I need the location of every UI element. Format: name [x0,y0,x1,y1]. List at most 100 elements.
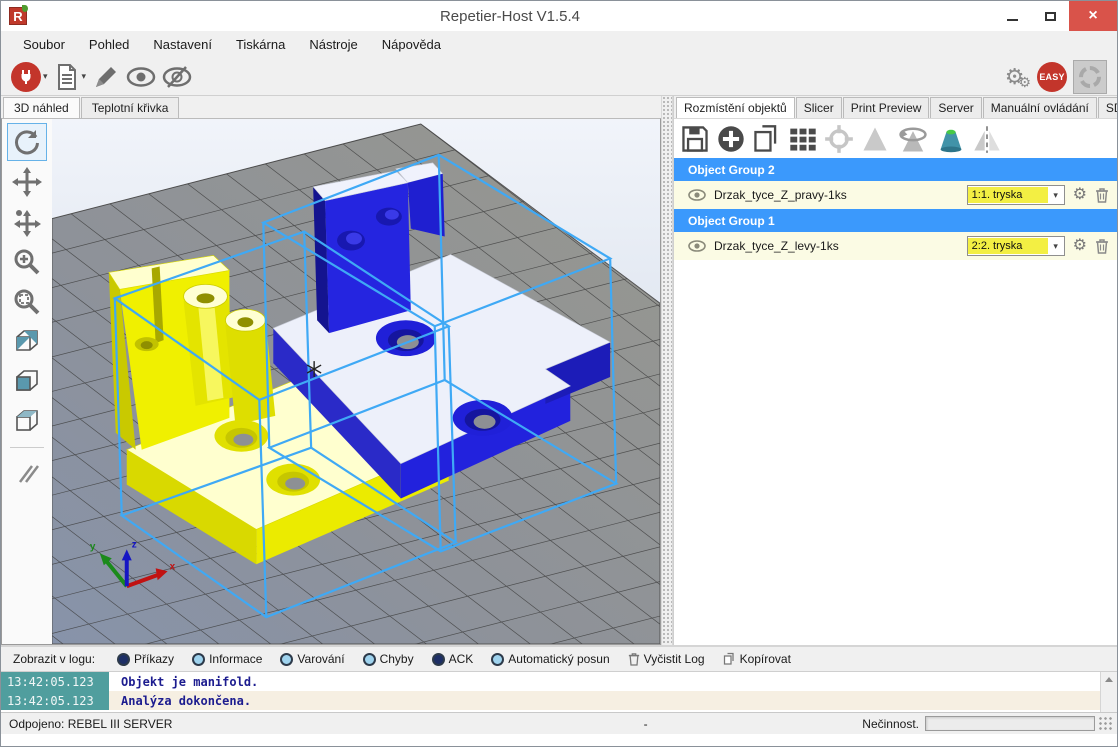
connect-dropdown-caret[interactable]: ▾ [43,71,48,82]
toggle-informace[interactable]: Informace [192,652,262,666]
log-message: Objekt je manifold. [109,675,258,689]
log-toolbar: Zobrazit v logu: Příkazy Informace Varov… [1,645,1117,671]
object-row[interactable]: Drzak_tyce_Z_pravy-1ks 1:1. tryska ▾ ⚙ [674,181,1117,209]
menu-pohled[interactable]: Pohled [79,33,139,56]
mirror-object-icon[interactable] [972,124,1002,154]
menu-tiskarna[interactable]: Tiskárna [226,33,295,56]
fit-view-button[interactable] [7,283,47,321]
plug-icon [11,62,41,92]
tab-rozmisteni-objektu[interactable]: Rozmístění objektů [676,97,795,118]
tab-slicer[interactable]: Slicer [796,97,842,118]
menu-nastroje[interactable]: Nástroje [299,33,367,56]
delete-object-trash-icon[interactable] [1095,187,1109,203]
center-object-icon[interactable] [824,124,854,154]
move-icon [12,167,42,197]
rotate-object-icon[interactable] [896,124,930,154]
object-settings-gear-icon[interactable]: ⚙ [1073,187,1087,203]
save-icon[interactable] [680,124,710,154]
tab-sd-karta[interactable]: SD karta [1098,97,1118,118]
log-scrollbar[interactable] [1100,672,1117,712]
close-button[interactable]: × [1069,1,1117,31]
toggle-automaticky-posun[interactable]: Automatický posun [491,652,609,666]
parallel-lines-icon [12,458,42,488]
eye-slash-icon [162,65,192,89]
trash-icon [628,652,640,666]
copy-log-button[interactable]: Kopírovat [723,652,791,666]
toggle-varovani[interactable]: Varování [280,652,344,666]
add-object-icon[interactable] [716,124,746,154]
axis-z-label: z [132,539,137,550]
extruder-value: 2:2. tryska [968,238,1048,254]
load-dropdown-caret[interactable]: ▾ [82,71,87,82]
move-object-button[interactable] [7,163,47,201]
copy-object-icon[interactable] [752,124,782,154]
toggle-travel-button[interactable] [162,61,192,93]
object-settings-gear-icon[interactable]: ⚙ [1073,238,1087,254]
scroll-up-icon[interactable] [1105,677,1113,682]
viewport-3d[interactable]: x y z [52,119,660,644]
front-view-button[interactable] [7,363,47,401]
menu-soubor[interactable]: Soubor [13,33,75,56]
tab-teplotni-krivka[interactable]: Teplotní křivka [81,97,180,118]
menu-nastaveni[interactable]: Nastavení [143,33,222,56]
log-area: 13:42:05.123 Objekt je manifold. 13:42:0… [1,671,1117,712]
log-message: Analýza dokončena. [109,694,251,708]
extruder-value: 1:1. tryska [968,187,1048,203]
parallel-projection-button[interactable] [7,454,47,492]
log-timestamp: 13:42:05.123 [1,691,109,710]
object-toolbar [674,118,1117,158]
emergency-stop-button[interactable] [1073,60,1107,94]
toggle-prikazy[interactable]: Příkazy [117,652,174,666]
zoom-button[interactable] [7,243,47,281]
chevron-down-icon[interactable]: ▾ [1048,190,1064,201]
toggle-ack[interactable]: ACK [432,652,474,666]
toolbar-separator [10,447,44,448]
easy-mode-button[interactable]: EASY [1037,61,1067,93]
toggle-circle-icon [432,653,445,666]
easy-badge: EASY [1037,62,1067,92]
title-bar: R Repetier-Host V1.5.4 × [1,1,1117,31]
maximize-button[interactable] [1031,1,1069,31]
toggle-circle-icon [491,653,504,666]
scale-object-icon[interactable] [860,124,890,154]
zoom-icon [12,247,42,277]
object-group-header[interactable]: Object Group 2 [674,158,1117,181]
menu-napoveda[interactable]: Nápověda [372,33,451,56]
printer-settings-button[interactable]: ⚙ ⚙ [1005,61,1031,93]
show-filament-button[interactable] [126,61,156,93]
copy-icon [723,652,736,666]
axis-x-label: x [170,561,176,572]
edit-gcode-button[interactable] [92,61,120,93]
object-name: Drzak_tyce_Z_pravy-1ks [714,188,959,202]
object-name: Drzak_tyce_Z_levy-1ks [714,239,959,253]
toggle-chyby[interactable]: Chyby [363,652,414,666]
isometric-view-button[interactable] [7,323,47,361]
delete-object-trash-icon[interactable] [1095,238,1109,254]
menu-bar: Soubor Pohled Nastavení Tiskárna Nástroj… [1,31,1117,58]
load-button[interactable]: ▾ [54,61,87,93]
tab-3d-nahled[interactable]: 3D náhled [3,97,80,118]
chevron-down-icon[interactable]: ▾ [1048,241,1064,252]
minimize-button[interactable] [993,1,1031,31]
resize-grip[interactable] [1099,717,1113,731]
top-view-button[interactable] [7,403,47,441]
tab-manualni-ovladani[interactable]: Manuální ovládání [983,97,1097,118]
extruder-select[interactable]: 2:2. tryska ▾ [967,236,1065,256]
move-viewpoint-button[interactable] [7,203,47,241]
rotate-icon [12,127,42,157]
clear-log-button[interactable]: Vyčistit Log [628,652,705,666]
emergency-stop-icon [1077,64,1103,90]
object-row[interactable]: Drzak_tyce_Z_levy-1ks 2:2. tryska ▾ ⚙ [674,232,1117,260]
autoposition-icon[interactable] [788,124,818,154]
panel-splitter[interactable] [661,96,673,645]
tab-server[interactable]: Server [930,97,981,118]
tab-print-preview[interactable]: Print Preview [843,97,930,118]
visibility-eye-icon[interactable] [688,189,706,201]
cut-object-icon[interactable] [936,124,966,154]
visibility-eye-icon[interactable] [688,240,706,252]
status-center-text: - [429,717,862,731]
connect-button[interactable]: ▾ [11,61,48,93]
extruder-select[interactable]: 1:1. tryska ▾ [967,185,1065,205]
object-group-header[interactable]: Object Group 1 [674,209,1117,232]
rotate-view-button[interactable] [7,123,47,161]
